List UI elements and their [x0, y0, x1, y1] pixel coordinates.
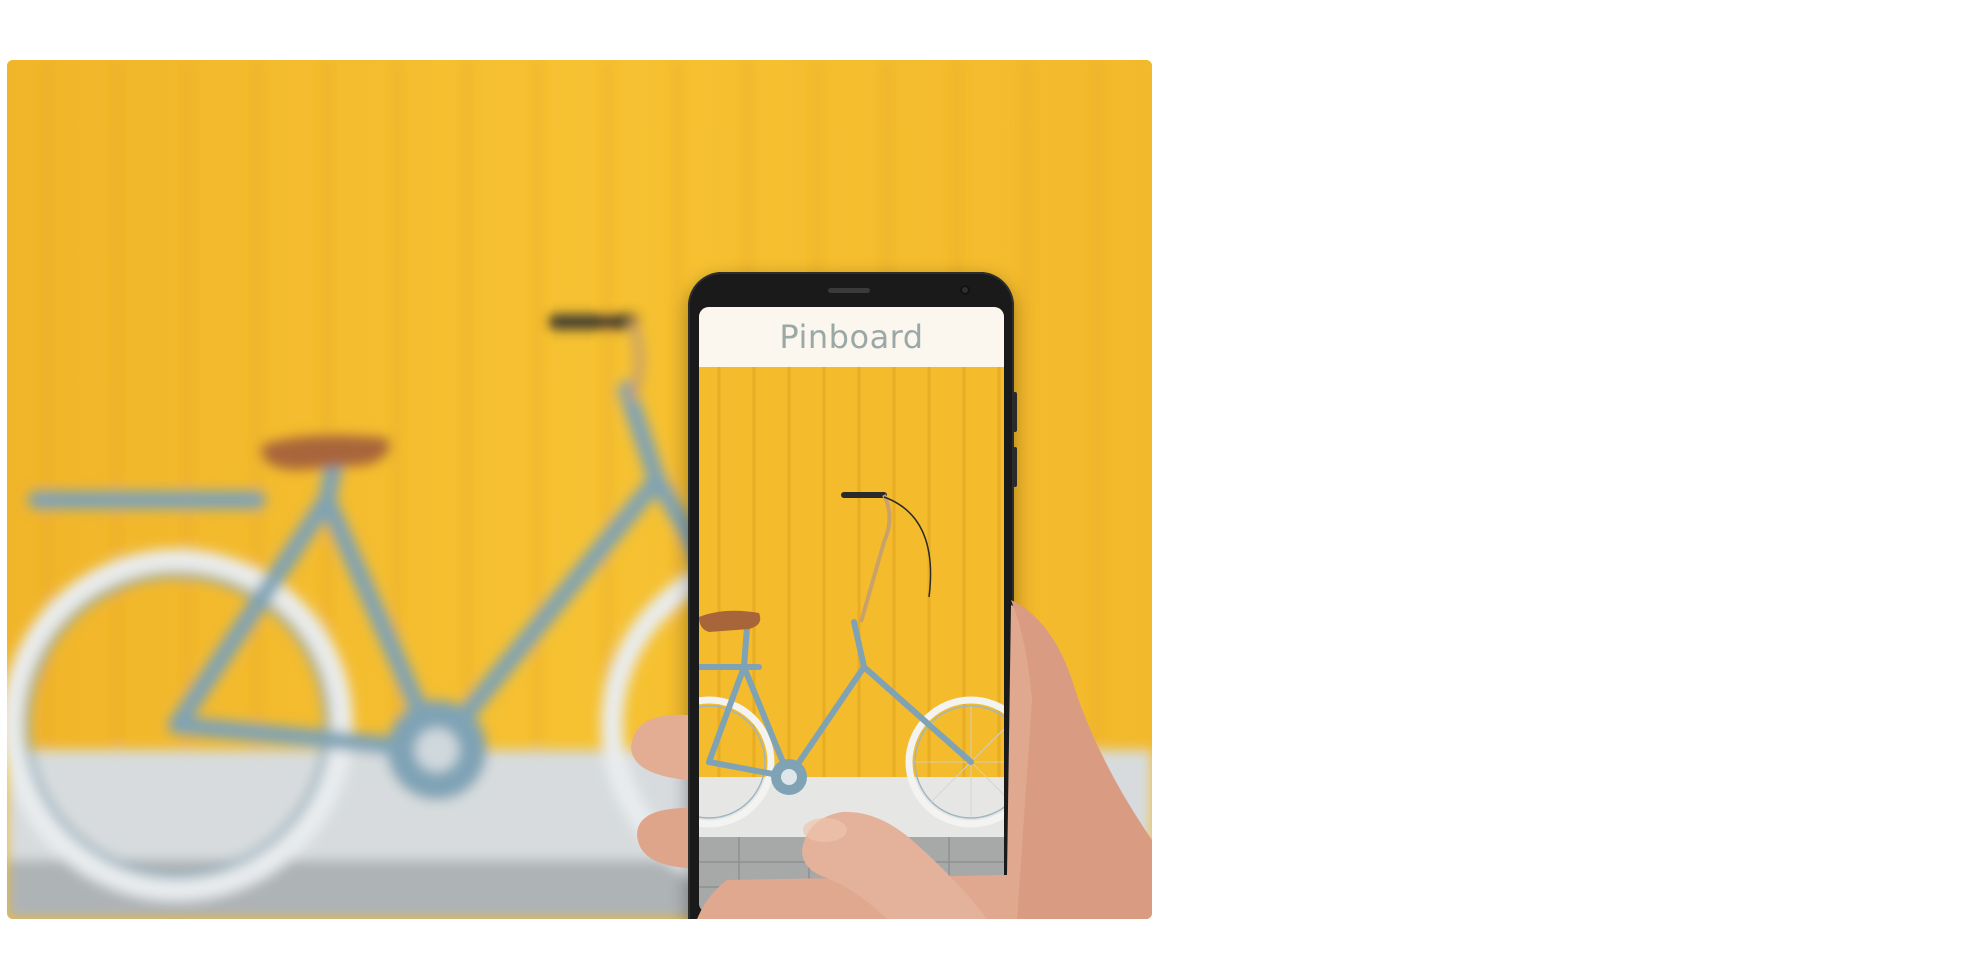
camera-icon	[960, 285, 970, 295]
app-title: Pinboard	[779, 318, 924, 356]
camera-preview-image[interactable]	[699, 367, 1004, 913]
phone-screen: Pinboard	[699, 307, 1004, 913]
volume-button	[1013, 392, 1017, 432]
hero-photo: Pinboard	[7, 60, 1152, 919]
smartphone: Pinboard	[688, 272, 1017, 919]
phone-speaker	[828, 288, 870, 293]
app-header: Pinboard	[699, 307, 1004, 367]
power-button	[1013, 447, 1017, 487]
